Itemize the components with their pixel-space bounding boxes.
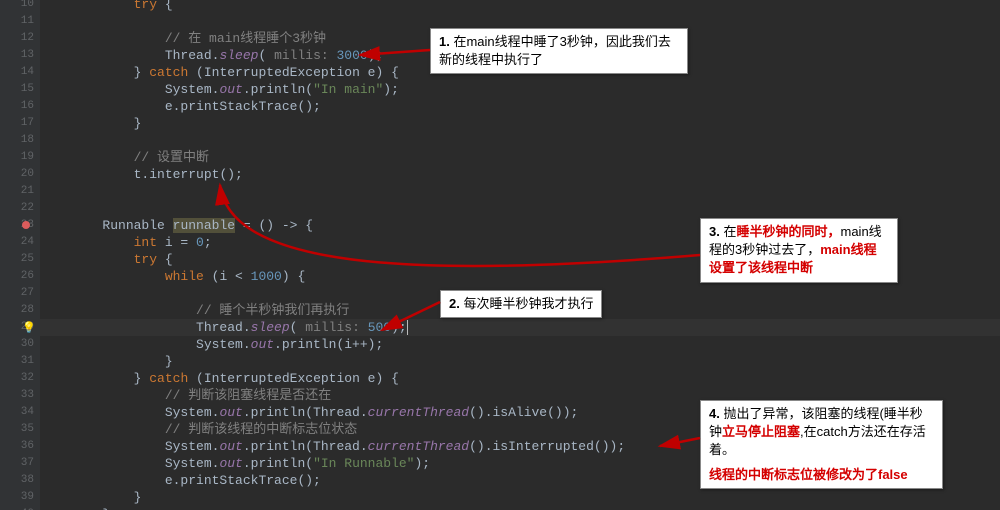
line-number: 35	[21, 421, 34, 438]
line-number: 12	[21, 30, 34, 47]
line-number: 39	[21, 489, 34, 506]
line-number: 40	[21, 506, 34, 510]
breakpoint-icon[interactable]	[22, 221, 30, 229]
code-line: 💡Thread.sleep( millis: 500);	[40, 319, 1000, 336]
callout-4-line2: 线程的中断标志位被修改为了false	[709, 466, 934, 484]
line-number: 37	[21, 455, 34, 472]
line-number: 32	[21, 370, 34, 387]
gutter: 1011121314151617181920212223242526272829…	[0, 0, 40, 510]
code-line	[40, 132, 1000, 149]
code-line: } catch (InterruptedException e) {	[40, 370, 1000, 387]
code-line: e.printStackTrace();	[40, 98, 1000, 115]
callout-2: 2. 每次睡半秒钟我才执行	[440, 290, 602, 318]
line-number: 19	[21, 149, 34, 166]
code-line: }	[40, 353, 1000, 370]
line-number: 33	[21, 387, 34, 404]
code-line: try {	[40, 0, 1000, 13]
line-number: 25	[21, 251, 34, 268]
code-line: }	[40, 489, 1000, 506]
line-number: 10	[21, 0, 34, 13]
callout-4-line1: 4. 抛出了异常，该阻塞的线程(睡半秒钟立马停止阻塞,在catch方法还在存活着…	[709, 405, 934, 460]
line-number: 13	[21, 47, 34, 64]
callout-1: 1. 在main线程中睡了3秒钟，因此我们去新的线程中执行了	[430, 28, 688, 74]
line-number: 27	[21, 285, 34, 302]
callout-3: 3. 在睡半秒钟的同时，main线程的3秒钟过去了，main线程设置了该线程中断	[700, 218, 898, 283]
callout-4: 4. 抛出了异常，该阻塞的线程(睡半秒钟立马停止阻塞,在catch方法还在存活着…	[700, 400, 943, 489]
line-number: 15	[21, 81, 34, 98]
line-number: 36	[21, 438, 34, 455]
code-line	[40, 183, 1000, 200]
line-number: 38	[21, 472, 34, 489]
line-number: 16	[21, 98, 34, 115]
callout-1-prefix: 1.	[439, 34, 453, 49]
line-number: 18	[21, 132, 34, 149]
line-number: 21	[21, 183, 34, 200]
code-editor[interactable]: 1011121314151617181920212223242526272829…	[0, 0, 1000, 510]
line-number: 34	[21, 404, 34, 421]
text-cursor	[407, 320, 408, 335]
line-number: 26	[21, 268, 34, 285]
code-line: t.interrupt();	[40, 166, 1000, 183]
line-number: 30	[21, 336, 34, 353]
code-line: };	[40, 506, 1000, 510]
callout-3-prefix: 3.	[709, 224, 723, 239]
code-line: System.out.println("In main");	[40, 81, 1000, 98]
line-number: 11	[21, 13, 34, 30]
line-number: 22	[21, 200, 34, 217]
line-number: 24	[21, 234, 34, 251]
code-line	[40, 200, 1000, 217]
callout-2-prefix: 2.	[449, 296, 463, 311]
lightbulb-icon[interactable]: 💡	[22, 321, 36, 338]
callout-1-text: 在main线程中睡了3秒钟，因此我们去新的线程中执行了	[439, 34, 671, 67]
code-line: }	[40, 115, 1000, 132]
line-number: 14	[21, 64, 34, 81]
line-number: 20	[21, 166, 34, 183]
line-number: 17	[21, 115, 34, 132]
line-number: 31	[21, 353, 34, 370]
callout-2-text: 每次睡半秒钟我才执行	[463, 296, 593, 311]
code-line: System.out.println(i++);	[40, 336, 1000, 353]
line-number: 28	[21, 302, 34, 319]
code-line: // 设置中断	[40, 149, 1000, 166]
